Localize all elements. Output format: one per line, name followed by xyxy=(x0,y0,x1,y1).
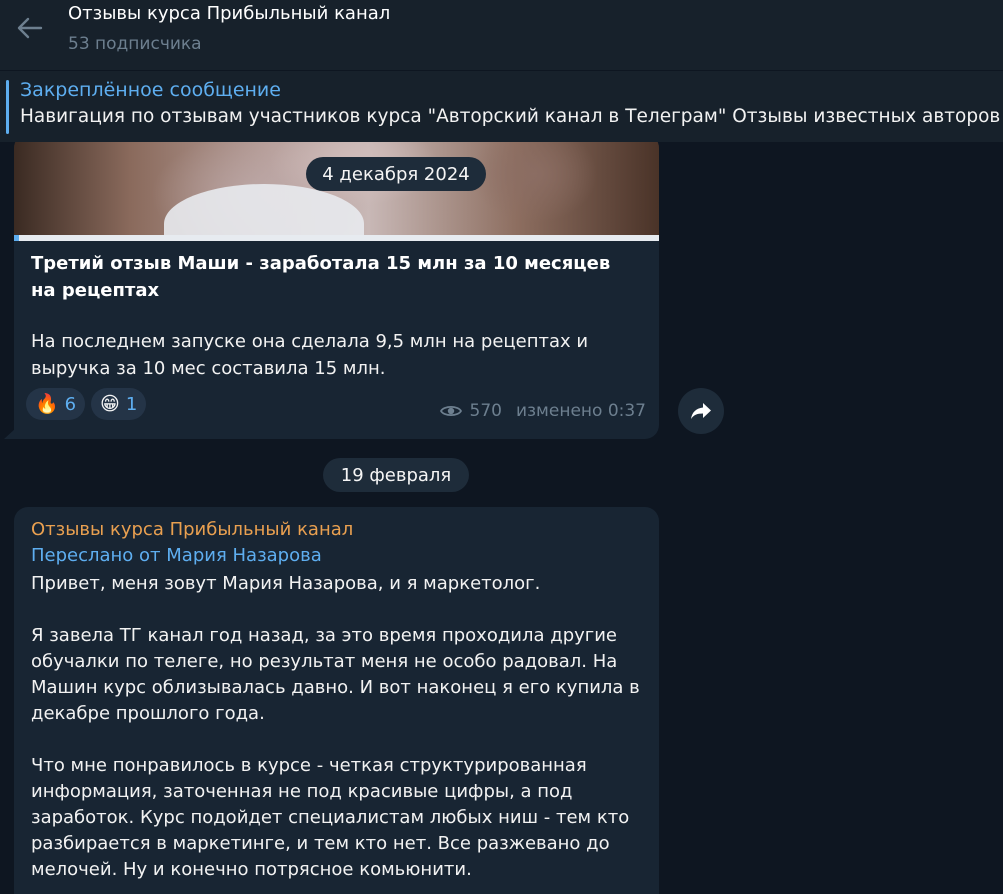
message-list[interactable]: Третий отзыв Маши - заработала 15 млн за… xyxy=(0,142,1003,894)
back-button[interactable] xyxy=(12,10,48,46)
reaction-count: 6 xyxy=(64,393,77,415)
pinned-accent-line xyxy=(6,80,9,134)
message-text: Привет, меня зовут Мария Назарова, и я м… xyxy=(31,571,641,894)
post-title: Третий отзыв Маши - заработала 15 млн за… xyxy=(31,253,611,301)
view-count: 570 xyxy=(469,401,502,421)
sender-name[interactable]: Отзывы курса Прибыльный канал xyxy=(31,519,353,540)
message-bubble[interactable]: Отзывы курса Прибыльный канал Переслано … xyxy=(14,507,659,894)
message-paragraph: Я завела ТГ канал год назад, за это врем… xyxy=(31,625,640,724)
forwarded-from[interactable]: Переслано от Мария Назарова xyxy=(31,545,322,566)
link-preview-accent xyxy=(14,235,19,241)
message-paragraph: Что мне понравилось в курсе - четкая стр… xyxy=(31,755,630,880)
reaction-count: 1 xyxy=(125,393,138,415)
date-separator: 19 февраля xyxy=(323,458,469,492)
eye-icon xyxy=(439,405,462,417)
pinned-message-bar[interactable]: Закреплённое сообщение Навигация по отзы… xyxy=(0,71,1003,142)
message-meta: 570 изменено 0:37 xyxy=(439,401,646,421)
share-button[interactable] xyxy=(678,388,724,434)
share-arrow-icon xyxy=(691,403,711,419)
pinned-message-text: Навигация по отзывам участников курса "А… xyxy=(20,106,1003,127)
post-body: На последнем запуске она сделала 9,5 млн… xyxy=(31,331,589,379)
reaction-grin[interactable]: 😁 1 xyxy=(91,388,147,420)
subscriber-count: 53 подписчика xyxy=(68,34,202,54)
chat-header: Отзывы курса Прибыльный канал 53 подписч… xyxy=(0,0,1003,70)
reaction-fire[interactable]: 🔥 6 xyxy=(26,388,86,420)
edited-label: изменено 0:37 xyxy=(515,401,646,421)
fire-icon: 🔥 xyxy=(35,392,59,415)
link-preview-strip xyxy=(14,235,659,241)
channel-title[interactable]: Отзывы курса Прибыльный канал xyxy=(68,3,390,24)
date-badge-sticky: 4 декабря 2024 xyxy=(306,157,486,191)
photo-detail xyxy=(164,184,364,241)
arrow-left-icon xyxy=(17,17,43,39)
pinned-message-title: Закреплённое сообщение xyxy=(20,79,281,101)
grin-icon: 😁 xyxy=(100,392,120,415)
message-paragraph: Привет, меня зовут Мария Назарова, и я м… xyxy=(31,573,541,594)
